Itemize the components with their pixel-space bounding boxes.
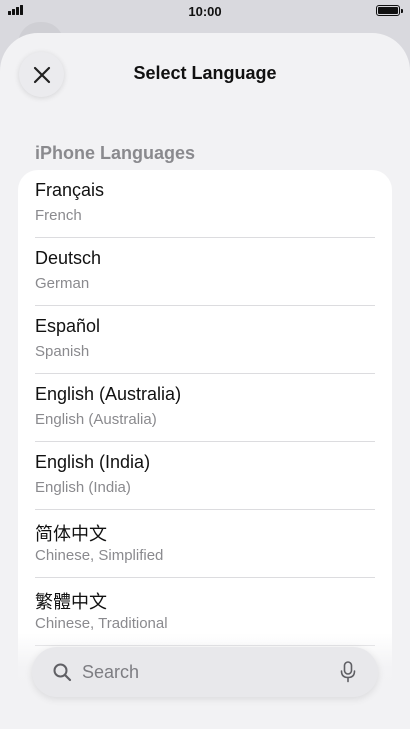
language-name: 简体中文 (35, 524, 107, 544)
status-time: 10:00 (188, 3, 222, 19)
section-header: iPhone Languages (35, 143, 196, 163)
search-input[interactable] (82, 647, 322, 697)
language-name: English (India) (35, 452, 151, 472)
language-subtitle: Chinese, Simplified (35, 547, 164, 564)
language-row-spanish[interactable]: Español Spanish (35, 306, 375, 374)
language-subtitle: French (35, 207, 82, 224)
language-subtitle: German (35, 275, 90, 292)
battery-icon (376, 5, 403, 16)
language-row-chinese-simplified[interactable]: 简体中文 Chinese, Simplified (35, 510, 375, 578)
microphone-icon[interactable] (340, 661, 356, 683)
language-list: Français French Deutsch German Español S… (18, 170, 392, 690)
language-name: 繁體中文 (35, 592, 107, 612)
sheet-title: Select Language (133, 63, 277, 83)
language-name: Français (35, 180, 105, 200)
language-row-english-australia[interactable]: English (Australia) English (Australia) (35, 374, 375, 442)
status-bar: 10:00 (0, 0, 410, 22)
language-subtitle: English (Australia) (35, 411, 157, 428)
cellular-signal-icon (8, 5, 23, 15)
language-name: Deutsch (35, 248, 102, 268)
language-sheet: Select Language iPhone Languages Françai… (0, 33, 410, 729)
language-name: English (Australia) (35, 384, 182, 404)
language-row-french[interactable]: Français French (35, 170, 375, 238)
language-subtitle: Chinese, Traditional (35, 615, 168, 632)
language-name: Español (35, 316, 101, 336)
language-subtitle: Spanish (35, 343, 90, 360)
language-row-english-india[interactable]: English (India) English (India) (35, 442, 375, 510)
language-subtitle: English (India) (35, 479, 131, 496)
search-bar[interactable] (32, 647, 378, 697)
search-icon (53, 663, 72, 682)
language-row-german[interactable]: Deutsch German (35, 238, 375, 306)
